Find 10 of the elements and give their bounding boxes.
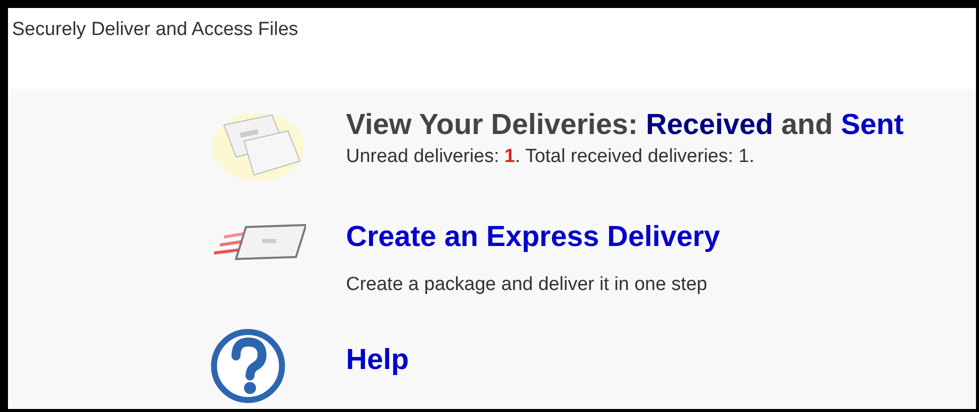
description-text: Unread deliveries: 1. Total received deliveries: 1. (346, 145, 756, 170)
heading-link[interactable]: Help (346, 342, 409, 378)
heading-text: View Your Deliveries: (346, 108, 639, 143)
heading-text: and (780, 108, 834, 143)
heading-link[interactable]: Sent (840, 107, 904, 144)
page-title: Securely Deliver and Access Files (12, 20, 298, 39)
description-text: Create a package and deliver it in one step (346, 273, 708, 298)
help-icon (210, 328, 286, 404)
heading-link[interactable]: Create an Express Delivery (346, 219, 720, 256)
heading-link[interactable]: Received (646, 107, 774, 144)
